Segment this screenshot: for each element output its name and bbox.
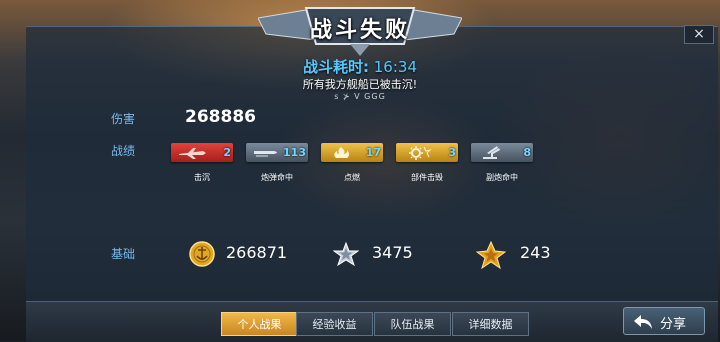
badge-caption-shell-hits: 炮弹命中	[261, 173, 293, 182]
badge-caption-ignite: 点燃	[344, 173, 360, 182]
badge-caption-sink: 击沉	[194, 173, 210, 182]
tab-personal-results[interactable]: 个人战果	[221, 312, 298, 336]
achievements-label: 战绩	[111, 144, 136, 158]
tab-experience-gains[interactable]: 经验收益	[296, 312, 373, 336]
badge-caption-secondary-hits: 副炮命中	[486, 173, 518, 182]
badge-count: 2	[223, 146, 231, 159]
badge-count: 113	[283, 146, 306, 159]
share-arrow-icon	[634, 315, 652, 329]
badge-count: 17	[365, 146, 381, 159]
experience-value: 3475	[372, 243, 413, 262]
achievement-badge-secondary-hits[interactable]: 8	[471, 143, 533, 162]
plane-icon	[179, 148, 206, 159]
title-banner: 战斗失败	[257, 0, 463, 56]
silver-star-icon	[333, 241, 359, 267]
achievement-badge-sink[interactable]: 2	[171, 143, 233, 162]
close-button[interactable]: ×	[684, 25, 714, 44]
battle-duration: 战斗耗时: 16:34	[0, 56, 720, 77]
duration-value: 16:34	[373, 58, 417, 76]
badge-caption-parts-destroyed: 部件击毁	[411, 173, 443, 182]
page-title: 战斗失败	[309, 18, 410, 43]
gold-star-icon	[476, 241, 506, 269]
damage-value: 268886	[185, 107, 256, 127]
share-label: 分享	[660, 317, 687, 332]
shell-icon	[254, 151, 277, 157]
tab-team-results[interactable]: 队伍战果	[374, 312, 451, 336]
player-name: s ⊁ V GGG	[334, 92, 386, 101]
badge-count: 3	[448, 146, 456, 159]
achievement-badge-ignite[interactable]: 17	[321, 143, 383, 162]
fire-icon	[334, 147, 349, 158]
share-button[interactable]: 分享	[623, 307, 705, 335]
gold-coin-icon	[189, 241, 215, 267]
captain-exp-value: 243	[520, 243, 551, 262]
achievement-badge-parts-destroyed[interactable]: 3	[396, 143, 458, 162]
base-label: 基础	[111, 247, 136, 261]
tab-detailed-data[interactable]: 详细数据	[452, 312, 529, 336]
gold-value: 266871	[226, 243, 288, 262]
achievement-badge-shell-hits[interactable]: 113	[246, 143, 308, 162]
badge-count: 8	[523, 146, 531, 159]
duration-label: 战斗耗时:	[302, 58, 369, 76]
secondary-gun-icon	[483, 146, 500, 159]
gear-burst-icon	[409, 146, 432, 160]
damage-label: 伤害	[111, 112, 136, 126]
status-message: 所有我方舰船已被击沉!	[302, 78, 418, 91]
